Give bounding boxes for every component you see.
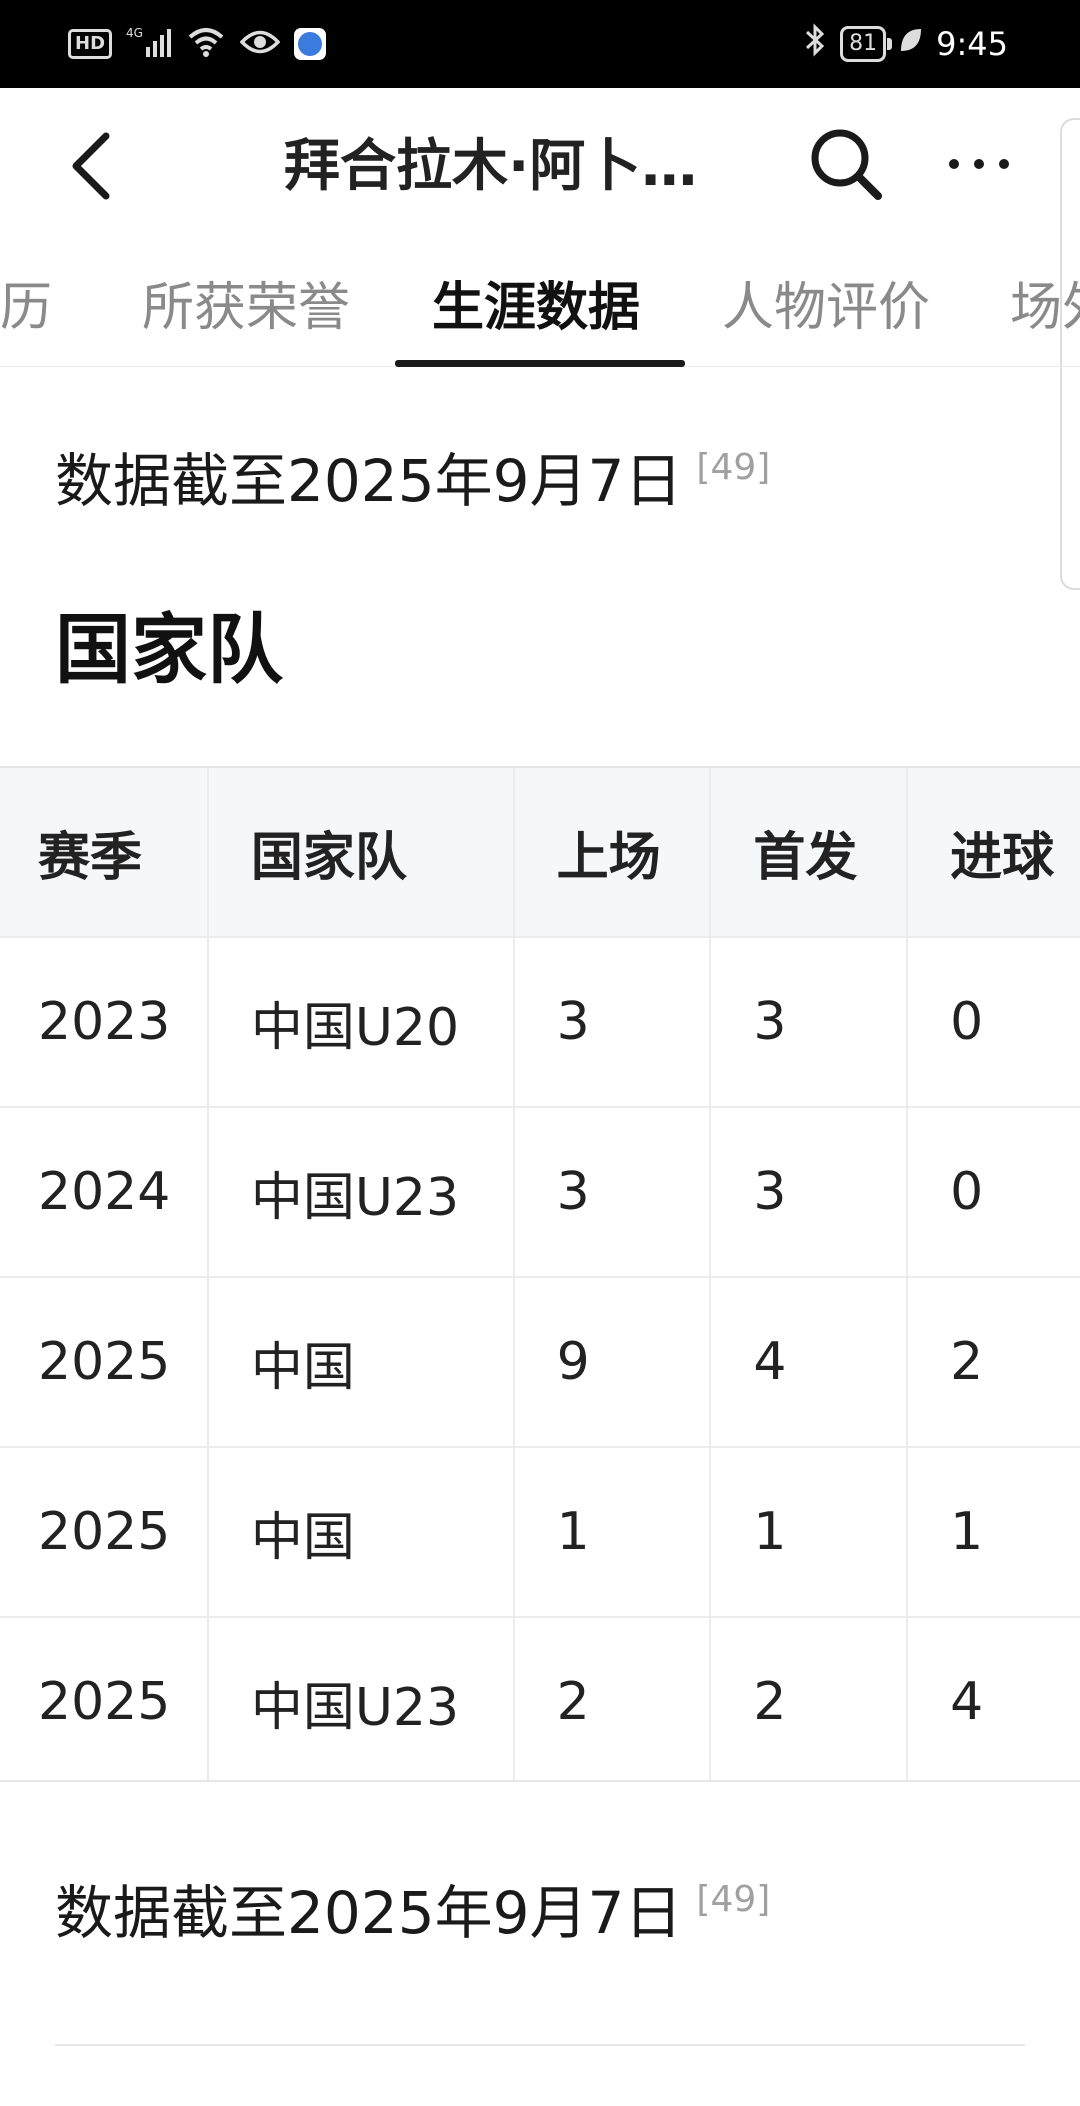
data-date-note-bottom: 数据截至2025年9月7日 [49] [55, 1860, 770, 1953]
data-date-text: 数据截至2025年9月7日 [55, 447, 683, 515]
table-row: 2025 中国 1 1 1 [0, 1447, 1080, 1618]
column-header-appearances: 上场 [513, 768, 712, 938]
table-row: 2024 中国U23 3 3 0 [0, 1107, 1080, 1278]
more-options-icon[interactable] [946, 144, 1012, 184]
cell-goals: 2 [907, 1277, 1080, 1448]
cell-team: 中国 [207, 1447, 515, 1618]
status-right-icons: 81 9:45 [802, 22, 1008, 66]
app-notification-icon [294, 28, 327, 60]
table-row: 2023 中国U20 3 3 0 [0, 937, 1080, 1108]
eye-icon [239, 27, 281, 61]
table-row: 2025 中国U23 2 2 4 [0, 1617, 1080, 1780]
network-type: 4G [126, 26, 143, 40]
cell-team: 中国 [207, 1277, 515, 1448]
reference-link[interactable]: [49] [696, 447, 770, 488]
page-title: 拜合拉木·阿卜… [284, 134, 698, 199]
column-header-season: 赛季 [0, 768, 209, 938]
cell-appearances: 3 [513, 937, 712, 1108]
clock-time: 9:45 [936, 25, 1008, 63]
column-header-team: 国家队 [207, 768, 515, 938]
cell-team: 中国U20 [207, 937, 515, 1108]
tab-reviews[interactable]: 人物评价 [722, 268, 930, 348]
section-title: 国家队 [55, 605, 283, 694]
cell-appearances: 3 [513, 1107, 712, 1278]
cell-appearances: 2 [513, 1617, 712, 1780]
tab-experience[interactable]: 经历 [0, 268, 52, 348]
tab-honors[interactable]: 所获荣誉 [142, 268, 350, 348]
cell-season: 2025 [0, 1617, 209, 1780]
cell-team: 中国U23 [207, 1107, 515, 1278]
leaf-icon [898, 25, 924, 63]
active-tab-indicator [395, 360, 685, 367]
cell-season: 2023 [0, 937, 209, 1108]
section-tabs: 经历 所获荣誉 生涯数据 人物评价 场外 [0, 238, 1080, 367]
cell-season: 2024 [0, 1107, 209, 1278]
data-date-text: 数据截至2025年9月7日 [55, 1879, 683, 1947]
cell-team: 中国U23 [207, 1617, 515, 1780]
column-header-goals: 进球 [907, 768, 1080, 938]
battery-icon: 81 [840, 26, 893, 62]
divider [55, 2044, 1025, 2046]
cell-season: 2025 [0, 1277, 209, 1448]
status-bar: HD 4G 81 9:45 [0, 0, 1080, 88]
hd-badge: HD [68, 29, 113, 59]
cell-starts: 4 [710, 1277, 909, 1448]
stats-table[interactable]: 赛季 国家队 上场 首发 进球 2023 中国U20 3 3 0 2024 中国… [0, 766, 1080, 1782]
nav-bar: 拜合拉木·阿卜… [0, 88, 1080, 238]
table-header-row: 赛季 国家队 上场 首发 进球 [0, 768, 1080, 938]
status-left-icons: HD 4G [68, 24, 327, 64]
bluetooth-icon [802, 22, 828, 66]
tab-career-stats[interactable]: 生涯数据 [432, 268, 640, 348]
reference-link[interactable]: [49] [696, 1879, 770, 1920]
cellular-signal-icon: 4G [126, 25, 172, 63]
table-row: 2025 中国 9 4 2 [0, 1277, 1080, 1448]
wifi-icon [186, 25, 226, 63]
cell-starts: 2 [710, 1617, 909, 1780]
cell-appearances: 1 [513, 1447, 712, 1618]
cell-starts: 3 [710, 937, 909, 1108]
tab-off-field[interactable]: 场外 [1010, 268, 1080, 348]
data-date-note: 数据截至2025年9月7日 [49] [55, 428, 770, 521]
cell-season: 2025 [0, 1447, 209, 1618]
cell-starts: 3 [710, 1107, 909, 1278]
back-arrow-icon[interactable] [62, 128, 122, 204]
cell-appearances: 9 [513, 1277, 712, 1448]
search-icon[interactable] [806, 124, 886, 204]
cell-goals: 0 [907, 937, 1080, 1108]
cell-goals: 4 [907, 1617, 1080, 1780]
cell-starts: 1 [710, 1447, 909, 1618]
cell-goals: 1 [907, 1447, 1080, 1618]
column-header-starts: 首发 [710, 768, 909, 938]
cell-goals: 0 [907, 1107, 1080, 1278]
